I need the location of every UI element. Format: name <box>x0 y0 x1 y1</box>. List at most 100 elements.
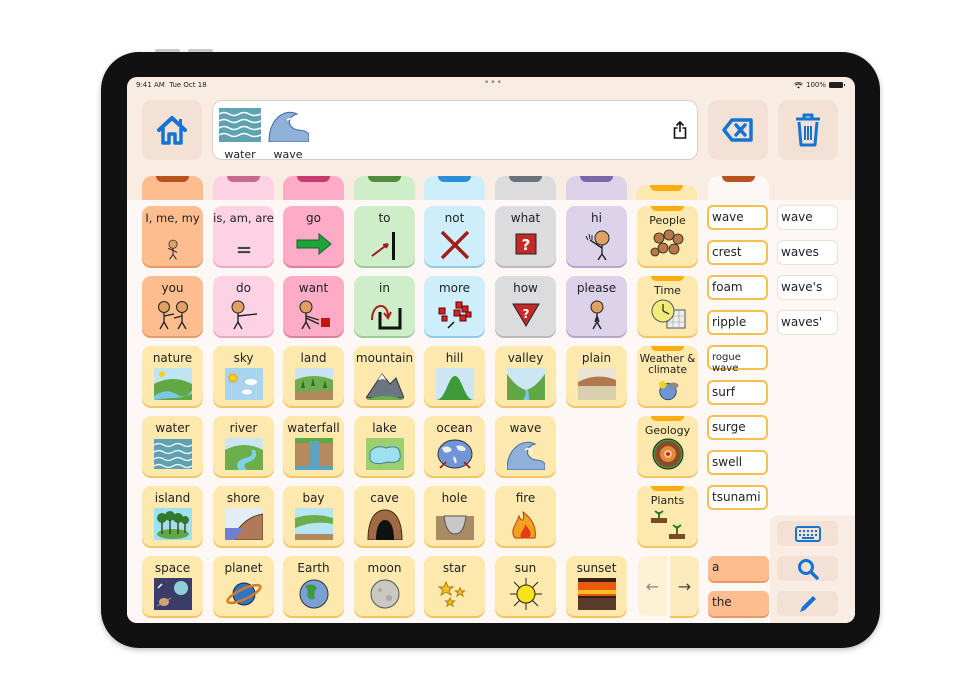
fire-icon <box>511 510 536 539</box>
word-cell[interactable]: mountain <box>354 346 415 406</box>
cell-label: how <box>513 281 538 295</box>
word-cell[interactable]: please <box>566 276 627 336</box>
word-cell[interactable]: wave <box>495 416 556 476</box>
word-cell[interactable]: sun <box>495 556 556 616</box>
word-cell[interactable]: want <box>283 276 344 336</box>
prediction-button[interactable]: rogue wave <box>707 345 768 374</box>
word-cell[interactable]: shore <box>213 486 274 546</box>
word-cell[interactable]: nature <box>142 346 203 406</box>
house-icon <box>157 116 187 145</box>
cell-label: is, am, are <box>213 211 274 225</box>
message-word[interactable]: wave <box>265 108 311 161</box>
next-page-button[interactable]: → <box>670 556 699 616</box>
word-cell[interactable]: Earth <box>283 556 344 616</box>
word-cell[interactable]: ocean <box>424 416 485 476</box>
prediction-button[interactable]: wave <box>707 205 768 230</box>
tab-verbs[interactable] <box>283 176 344 200</box>
word-cell[interactable]: river <box>213 416 274 476</box>
multitask-dots[interactable]: ••• <box>484 78 503 88</box>
home-button[interactable] <box>142 100 202 160</box>
word-cell[interactable]: to <box>354 206 415 266</box>
cell-label: lake <box>372 421 397 435</box>
word-cell[interactable]: hill <box>424 346 485 406</box>
word-cell[interactable]: lake <box>354 416 415 476</box>
category-folder[interactable]: Time <box>637 276 698 336</box>
word-cell[interactable]: not <box>424 206 485 266</box>
backspace-button[interactable] <box>708 100 768 160</box>
word-cell[interactable]: cave <box>354 486 415 546</box>
stars-icon <box>437 580 466 608</box>
tab-social[interactable] <box>566 176 627 200</box>
word-cell[interactable]: planet <box>213 556 274 616</box>
word-cell[interactable]: waterfall <box>283 416 344 476</box>
tab-categories[interactable] <box>636 185 697 200</box>
cell-label: bay <box>302 491 325 505</box>
article-button[interactable]: a <box>708 556 769 581</box>
tab-notch <box>580 176 613 182</box>
tab-notch <box>509 176 542 182</box>
prediction-button[interactable]: surge <box>707 415 768 440</box>
article-button[interactable]: the <box>708 591 769 616</box>
word-cell[interactable]: island <box>142 486 203 546</box>
word-cell[interactable]: sky <box>213 346 274 406</box>
category-folder[interactable]: Weather & climate <box>637 346 698 406</box>
word-cell[interactable]: star <box>424 556 485 616</box>
share-button[interactable] <box>673 120 687 143</box>
word-cell[interactable]: plain <box>566 346 627 406</box>
inflection-button[interactable]: waves' <box>777 310 838 335</box>
inflection-button[interactable]: wave <box>777 205 838 230</box>
edit-button[interactable] <box>777 591 838 616</box>
prediction-button[interactable]: foam <box>707 275 768 300</box>
word-cell[interactable]: is, am, are <box>213 206 274 266</box>
prev-page-button[interactable]: ← <box>638 556 667 616</box>
cell-label: shore <box>226 491 261 505</box>
word-cell[interactable]: more <box>424 276 485 336</box>
tab-negation[interactable] <box>424 176 485 200</box>
word-cell[interactable]: what? <box>495 206 556 266</box>
keyboard-button[interactable] <box>777 521 838 546</box>
word-cell[interactable]: moon <box>354 556 415 616</box>
word-cell[interactable]: how? <box>495 276 556 336</box>
prediction-button[interactable]: ripple <box>707 310 768 335</box>
category-folder[interactable]: Plants <box>637 486 698 546</box>
category-folder[interactable]: Geology <box>637 416 698 476</box>
prediction-button[interactable]: crest <box>707 240 768 265</box>
word-cell[interactable]: hi <box>566 206 627 266</box>
word-cell[interactable]: valley <box>495 346 556 406</box>
seedling-icon <box>650 510 685 539</box>
cell-label: what <box>510 211 541 225</box>
word-cell[interactable]: hole <box>424 486 485 546</box>
tab-word-list[interactable] <box>708 176 769 200</box>
tab-verbs-be[interactable] <box>213 176 274 200</box>
prediction-button[interactable]: swell <box>707 450 768 475</box>
inflection-button[interactable]: waves <box>777 240 838 265</box>
word-cell[interactable]: bay <box>283 486 344 546</box>
tab-questions[interactable] <box>495 176 556 200</box>
message-word[interactable]: water <box>217 108 263 161</box>
word-cell[interactable]: water <box>142 416 203 476</box>
word-cell[interactable]: in <box>354 276 415 336</box>
folder-tab <box>651 276 684 281</box>
word-cell[interactable]: sunset <box>566 556 627 616</box>
tab-prepositions[interactable] <box>354 176 415 200</box>
prediction-button[interactable]: tsunami <box>707 485 768 510</box>
inflection-button[interactable]: wave's <box>777 275 838 300</box>
sunset-icon <box>577 578 616 610</box>
message-bar[interactable]: water wave <box>212 100 698 161</box>
hill-icon <box>435 368 474 400</box>
prediction-button[interactable]: surf <box>707 380 768 405</box>
word-cell[interactable]: do <box>213 276 274 336</box>
word-cell[interactable]: I, me, my <box>142 206 203 266</box>
word-cell[interactable]: fire <box>495 486 556 546</box>
tab-pronouns[interactable] <box>142 176 203 200</box>
word-cell[interactable]: you <box>142 276 203 336</box>
clear-button[interactable] <box>778 100 838 160</box>
search-button[interactable] <box>777 556 838 581</box>
word-cell[interactable]: land <box>283 346 344 406</box>
word-cell[interactable]: space <box>142 556 203 616</box>
word-cell[interactable]: go <box>283 206 344 266</box>
cell-label: space <box>154 561 191 575</box>
delete-backward-icon <box>722 118 753 142</box>
waterfall-icon <box>294 438 333 470</box>
category-folder[interactable]: People <box>637 206 698 266</box>
